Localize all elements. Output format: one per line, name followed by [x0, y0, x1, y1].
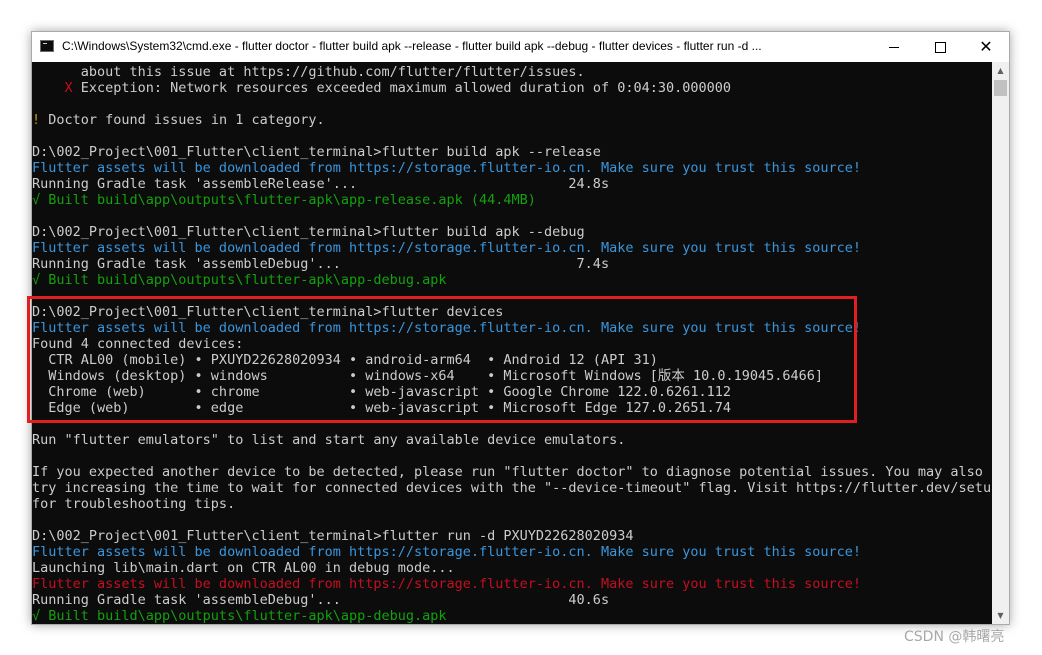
console-line: Running Gradle task 'assembleRelease'...…	[32, 176, 609, 192]
close-button[interactable]: ✕	[963, 32, 1009, 62]
console-text-segment: !	[32, 112, 41, 128]
console-line: Run "flutter emulators" to list and star…	[32, 432, 625, 448]
console-line: X Exception: Network resources exceeded …	[32, 80, 731, 96]
console-text-segment: Doctor found issues in 1 category.	[40, 112, 325, 128]
console-line: √ Built build\app\outputs\flutter-apk\ap…	[32, 272, 447, 288]
console-text-segment: If you expected another device to be det…	[32, 464, 983, 480]
console-text-segment: about this issue at https://github.com/f…	[32, 64, 585, 80]
console-text-segment: Exception: Network resources exceeded ma…	[72, 80, 731, 96]
console-text-segment: √ Built build\app\outputs\flutter-apk\ap…	[32, 192, 536, 208]
scroll-thumb[interactable]	[994, 80, 1007, 96]
console-line: Launching lib\main.dart on CTR AL00 in d…	[32, 560, 455, 576]
console-text-segment: X	[32, 80, 73, 96]
console-line: D:\002_Project\001_Flutter\client_termin…	[32, 144, 601, 160]
cmd-app-icon[interactable]	[40, 40, 54, 52]
console-text-segment: D:\002_Project\001_Flutter\client_termin…	[32, 528, 634, 544]
console-line: If you expected another device to be det…	[32, 464, 983, 480]
close-icon: ✕	[979, 37, 993, 56]
watermark: CSDN @韩曙亮	[904, 629, 1005, 645]
console-text-segment: for troubleshooting tips.	[32, 496, 236, 512]
console-text-segment: try increasing the time to wait for conn…	[32, 480, 992, 496]
title-bar[interactable]: C:\Windows\System32\cmd.exe - flutter do…	[32, 32, 1009, 62]
console-line: Running Gradle task 'assembleDebug'... 7…	[32, 256, 609, 272]
console-line: D:\002_Project\001_Flutter\client_termin…	[32, 224, 585, 240]
maximize-button[interactable]	[917, 32, 963, 62]
console-line: ! Doctor found issues in 1 category.	[32, 112, 325, 128]
scroll-down-arrow-icon[interactable]: ▼	[992, 607, 1009, 624]
minimize-icon	[889, 47, 899, 48]
console-text-segment: √ Built build\app\outputs\flutter-apk\ap…	[32, 272, 447, 288]
maximize-icon	[935, 42, 946, 53]
console-line: √ Built build\app\outputs\flutter-apk\ap…	[32, 192, 536, 208]
console-line: try increasing the time to wait for conn…	[32, 480, 992, 496]
console-text-segment: Flutter assets will be downloaded from h…	[32, 160, 862, 176]
console-line: Flutter assets will be downloaded from h…	[32, 240, 861, 256]
console-line: Flutter assets will be downloaded from h…	[32, 576, 861, 592]
window-title: C:\Windows\System32\cmd.exe - flutter do…	[62, 39, 762, 53]
console-text-segment: Flutter assets will be downloaded from h…	[32, 544, 862, 560]
console-text-segment: √ Built build\app\outputs\flutter-apk\ap…	[32, 608, 447, 624]
scroll-up-arrow-icon[interactable]: ▲	[992, 62, 1009, 79]
console-text-segment: Running Gradle task 'assembleDebug'... 4…	[32, 592, 610, 608]
console-text-segment: Running Gradle task 'assembleDebug'... 7…	[32, 256, 610, 272]
console-text-segment: Launching lib\main.dart on CTR AL00 in d…	[32, 560, 455, 576]
console-line: for troubleshooting tips.	[32, 496, 235, 512]
console-text-segment: Run "flutter emulators" to list and star…	[32, 432, 626, 448]
console-line: Flutter assets will be downloaded from h…	[32, 544, 861, 560]
console-text-segment: Running Gradle task 'assembleRelease'...…	[32, 176, 610, 192]
vertical-scrollbar[interactable]: ▲ ▼	[992, 62, 1009, 624]
console-text-segment: D:\002_Project\001_Flutter\client_termin…	[32, 224, 585, 240]
console-text-segment: Flutter assets will be downloaded from h…	[32, 576, 862, 592]
console-text-segment: D:\002_Project\001_Flutter\client_termin…	[32, 144, 601, 160]
console-line: about this issue at https://github.com/f…	[32, 64, 585, 80]
console-line: √ Built build\app\outputs\flutter-apk\ap…	[32, 608, 447, 624]
console-line: D:\002_Project\001_Flutter\client_termin…	[32, 528, 633, 544]
console-text-segment: Flutter assets will be downloaded from h…	[32, 240, 862, 256]
devices-highlight-box	[27, 296, 857, 423]
minimize-button[interactable]	[871, 32, 917, 62]
console-line: Flutter assets will be downloaded from h…	[32, 160, 861, 176]
console-line: Running Gradle task 'assembleDebug'... 4…	[32, 592, 609, 608]
